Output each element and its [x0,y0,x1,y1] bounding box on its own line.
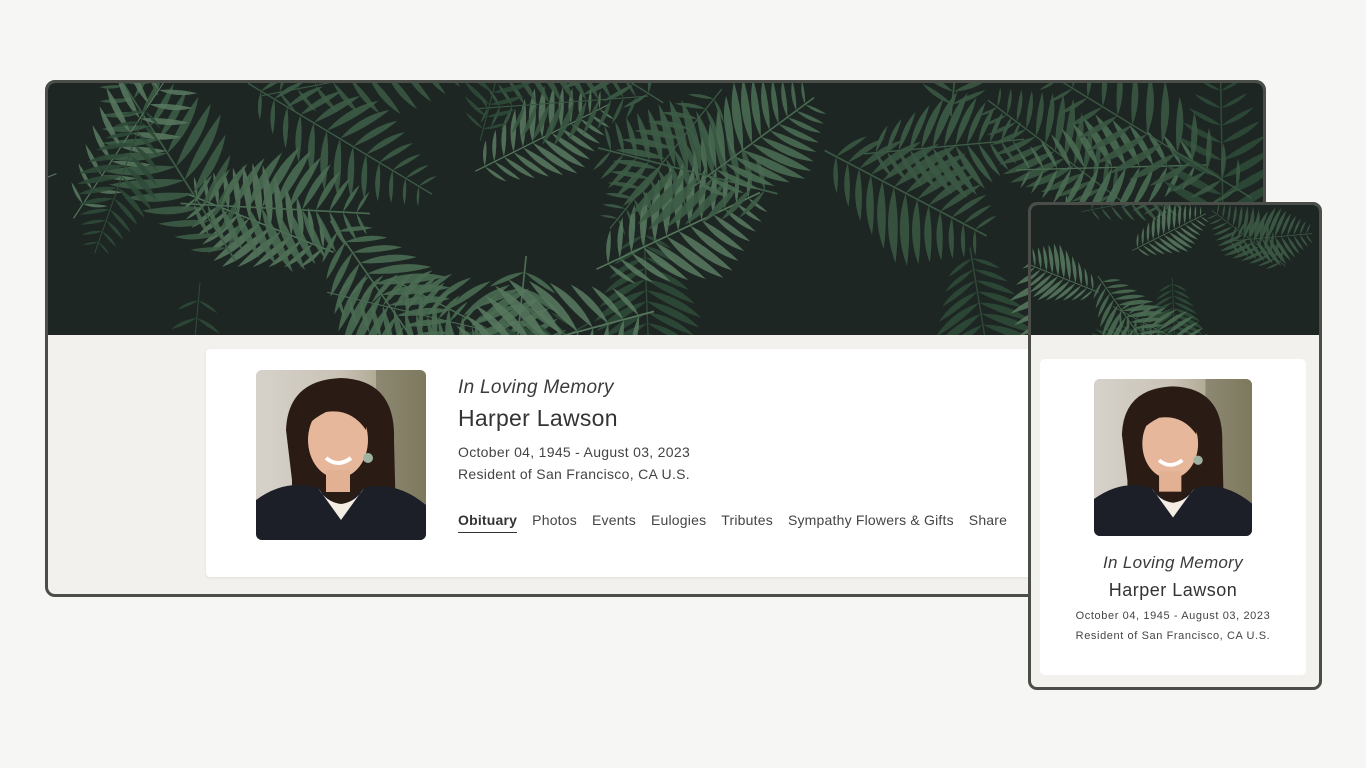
profile-tabs: Obituary Photos Events Eulogies Tributes… [458,512,1038,533]
tab-photos[interactable]: Photos [532,512,577,533]
deceased-name: Harper Lawson [458,405,618,431]
tab-obituary[interactable]: Obituary [458,512,518,533]
mobile-deceased-name: Harper Lawson [1108,580,1238,600]
tab-eulogies[interactable]: Eulogies [651,512,706,533]
portrait-photo [256,370,426,540]
tab-sympathy-flowers-gifts[interactable]: Sympathy Flowers & Gifts [788,512,954,533]
mobile-preview: In Loving Memory Harper Lawson October 0… [1028,202,1322,690]
mobile-palm-leaves-image [1031,205,1313,335]
profile-info: In Loving Memory Harper Lawson October 0… [458,377,1038,533]
mobile-memory-label: In Loving Memory [1103,553,1243,572]
mobile-residence: Resident of San Francisco, CA U.S. [1075,630,1271,642]
mobile-banner-image [1031,205,1319,335]
profile-card: In Loving Memory Harper Lawson October 0… [206,349,1066,577]
residence: Resident of San Francisco, CA U.S. [458,466,690,482]
tab-share[interactable]: Share [969,512,1007,533]
mobile-profile-info: In Loving Memory Harper Lawson October 0… [1040,553,1306,643]
mobile-profile-card: In Loving Memory Harper Lawson October 0… [1040,359,1306,675]
mobile-life-dates: October 04, 1945 - August 03, 2023 [1075,610,1271,622]
life-dates: October 04, 1945 - August 03, 2023 [458,444,691,460]
mockup-stage: In Loving Memory Harper Lawson October 0… [0,0,1366,768]
memory-label: In Loving Memory [458,377,614,398]
tab-tributes[interactable]: Tributes [721,512,773,533]
tab-events[interactable]: Events [592,512,636,533]
mobile-portrait-photo [1094,379,1252,536]
